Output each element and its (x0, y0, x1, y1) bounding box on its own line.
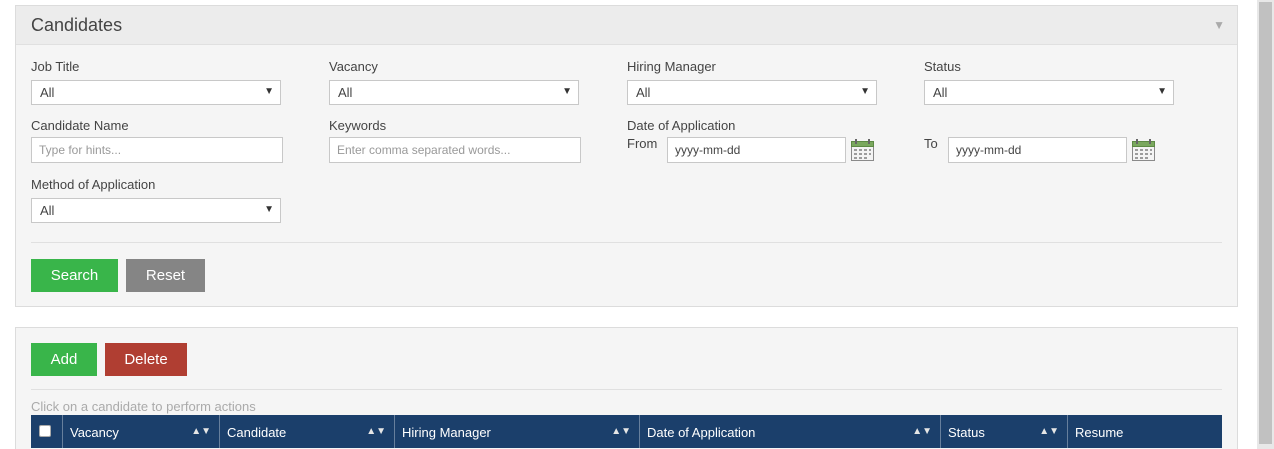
from-date-input[interactable]: yyyy-mm-dd (667, 137, 846, 163)
sort-icon: ▲▼ (191, 426, 211, 437)
panel-title: Candidates (31, 15, 123, 35)
hiring-manager-label: Hiring Manager (627, 59, 716, 74)
column-header-label: Resume (1075, 425, 1124, 440)
vacancy-value: All (338, 85, 353, 100)
action-hint: Click on a candidate to perform actions (31, 399, 256, 414)
column-header-vacancy[interactable]: Vacancy ▲▼ (63, 415, 220, 448)
candidate-search-panel: Candidates ▼ Job Title All ▼ Vacancy All… (15, 5, 1238, 307)
dropdown-arrow-icon: ▼ (562, 86, 572, 97)
method-of-application-label: Method of Application (31, 177, 156, 192)
date-of-application-label: Date of Application (627, 118, 736, 133)
column-header-candidate[interactable]: Candidate ▲▼ (220, 415, 395, 448)
candidate-name-input[interactable]: Type for hints... (31, 137, 283, 163)
status-value: All (933, 85, 948, 100)
dropdown-arrow-icon: ▼ (860, 86, 870, 97)
method-of-application-value: All (40, 203, 55, 218)
select-all-header (31, 415, 63, 448)
dropdown-arrow-icon: ▼ (264, 86, 274, 97)
from-label: From (627, 136, 658, 151)
method-of-application-select[interactable]: All ▼ (31, 198, 281, 223)
to-date-input[interactable]: yyyy-mm-dd (948, 137, 1127, 163)
column-header-label: Hiring Manager (402, 425, 491, 440)
select-all-checkbox[interactable] (39, 425, 51, 437)
scrollbar-thumb[interactable] (1259, 2, 1272, 444)
column-header-resume[interactable]: Resume (1068, 415, 1222, 448)
column-header-status[interactable]: Status ▲▼ (941, 415, 1068, 448)
search-button[interactable]: Search (31, 259, 118, 292)
reset-button[interactable]: Reset (126, 259, 205, 292)
calendar-icon[interactable] (851, 139, 874, 161)
column-header-label: Status (948, 425, 985, 440)
divider (31, 242, 1222, 243)
vacancy-select[interactable]: All ▼ (329, 80, 579, 105)
collapse-triangle-icon[interactable]: ▼ (1213, 18, 1225, 32)
vacancy-label: Vacancy (329, 59, 378, 74)
sort-icon: ▲▼ (1039, 426, 1059, 437)
column-header-hiring-manager[interactable]: Hiring Manager ▲▼ (395, 415, 640, 448)
add-button[interactable]: Add (31, 343, 97, 376)
keywords-input[interactable]: Enter comma separated words... (329, 137, 581, 163)
hiring-manager-value: All (636, 85, 651, 100)
status-label: Status (924, 59, 961, 74)
calendar-icon[interactable] (1132, 139, 1155, 161)
job-title-label: Job Title (31, 59, 80, 74)
column-header-label: Candidate (227, 425, 287, 440)
dropdown-arrow-icon: ▼ (264, 204, 274, 215)
candidate-name-label: Candidate Name (31, 118, 129, 133)
candidate-list-panel: Add Delete Click on a candidate to perfo… (15, 327, 1238, 449)
column-header-label: Vacancy (70, 425, 119, 440)
keywords-label: Keywords (329, 118, 387, 133)
delete-button[interactable]: Delete (105, 343, 187, 376)
job-title-value: All (40, 85, 55, 100)
status-select[interactable]: All ▼ (924, 80, 1174, 105)
divider (31, 389, 1222, 390)
column-header-date-of-application[interactable]: Date of Application ▲▼ (640, 415, 941, 448)
dropdown-arrow-icon: ▼ (1157, 86, 1167, 97)
to-label: To (924, 136, 938, 151)
vertical-scrollbar[interactable] (1257, 0, 1274, 449)
sort-icon: ▲▼ (366, 426, 386, 437)
hiring-manager-select[interactable]: All ▼ (627, 80, 877, 105)
job-title-select[interactable]: All ▼ (31, 80, 281, 105)
search-panel-header: Candidates ▼ (16, 6, 1237, 45)
sort-icon: ▲▼ (611, 426, 631, 437)
sort-icon: ▲▼ (912, 426, 932, 437)
candidates-table-header: Vacancy ▲▼ Candidate ▲▼ Hiring Manager ▲… (31, 415, 1222, 448)
column-header-label: Date of Application (647, 425, 756, 440)
